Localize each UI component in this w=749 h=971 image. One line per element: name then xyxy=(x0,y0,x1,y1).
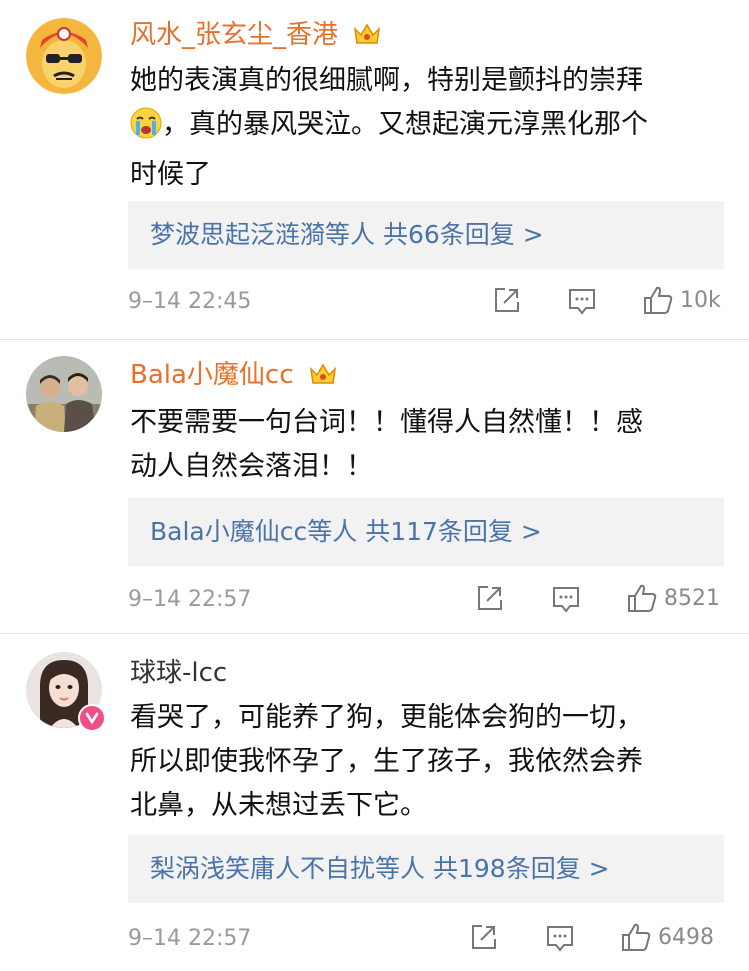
comment-text-line: 北鼻，从未想过丢下它。 xyxy=(130,790,427,821)
like-count: 10k xyxy=(680,287,721,313)
share-button[interactable] xyxy=(493,286,521,314)
share-icon xyxy=(495,288,519,312)
cartoon-avatar-icon xyxy=(26,18,102,94)
reply-count[interactable]: 共66条回复 > xyxy=(383,220,544,249)
username-text[interactable]: 风水_张玄尘_香港 xyxy=(130,20,338,50)
comment-icon xyxy=(553,587,579,613)
comment-icon xyxy=(569,289,595,315)
thumbs-up-icon xyxy=(644,286,673,314)
reply-names[interactable]: Bala小魔仙cc xyxy=(150,517,307,546)
like-button[interactable]: 10k xyxy=(642,284,721,316)
thumbs-up-icon xyxy=(622,923,651,951)
comment-text-line: 动人自然会落泪！！ xyxy=(130,451,373,482)
comment-button[interactable] xyxy=(567,286,597,316)
reply-summary[interactable]: 梨涡浅笑庸人不自扰等人 共198条回复 > xyxy=(128,835,724,903)
share-icon xyxy=(472,925,496,949)
comment-button[interactable] xyxy=(545,923,575,953)
comment-text-line: 时候了 xyxy=(130,159,211,190)
avatar[interactable] xyxy=(26,18,102,94)
crying-emoji-icon xyxy=(130,107,162,153)
username[interactable]: Bala小魔仙cc xyxy=(130,358,338,396)
username-text[interactable]: Bala小魔仙cc xyxy=(130,360,294,390)
reply-summary[interactable]: 梦波思起泛涟漪等人 共66条回复 > xyxy=(128,201,724,269)
username[interactable]: 风水_张玄尘_香港 xyxy=(130,18,382,56)
reply-mid: 等人 xyxy=(307,517,358,546)
share-icon xyxy=(478,586,502,610)
comment-text-line: 不要需要一句台词！！懂得人自然懂！！感 xyxy=(130,407,643,438)
comment-text-line: 看哭了，可能养了狗，更能体会狗的一切， xyxy=(130,702,643,733)
like-count: 8521 xyxy=(664,585,720,611)
avatar[interactable] xyxy=(26,356,102,432)
comment-text-line: 所以即使我怀孕了，生了孩子，我依然会养 xyxy=(130,746,643,777)
thumbs-up-icon xyxy=(628,584,657,612)
comment-button[interactable] xyxy=(551,584,581,614)
reply-names[interactable]: 梨涡浅笑庸人不自扰 xyxy=(150,854,375,883)
reply-count[interactable]: 共117条回复 > xyxy=(365,517,542,546)
comment-text-line: 她的表演真的很细腻啊，特别是颤抖的崇拜 xyxy=(130,65,643,96)
vip-crown-icon xyxy=(308,361,338,396)
reply-mid: 等人 xyxy=(375,854,426,883)
reply-names[interactable]: 梦波思起泛涟漪 xyxy=(150,220,325,249)
comment-item: 球球-lcc 看哭了，可能养了狗，更能体会狗的一切， 所以即使我怀孕了，生了孩子… xyxy=(0,634,749,971)
like-count: 6498 xyxy=(658,924,714,950)
reply-count[interactable]: 共198条回复 > xyxy=(433,854,610,883)
comment-text: 不要需要一句台词！！懂得人自然懂！！感 动人自然会落泪！！ xyxy=(130,401,710,489)
comment-item: Bala小魔仙cc 不要需要一句台词！！懂得人自然懂！！感 动人自然会落泪！！ … xyxy=(0,340,749,634)
like-button[interactable]: 8521 xyxy=(626,582,720,614)
timestamp: 9–14 22:57 xyxy=(128,587,252,612)
timestamp: 9–14 22:45 xyxy=(128,289,252,314)
comment-item: 风水_张玄尘_香港 她的表演真的很细腻啊，特别是颤抖的崇拜 ，真的暴风哭泣。又想… xyxy=(0,0,749,340)
timestamp: 9–14 22:57 xyxy=(128,926,252,951)
share-button[interactable] xyxy=(476,584,504,612)
reply-summary[interactable]: Bala小魔仙cc等人 共117条回复 > xyxy=(128,498,724,566)
verified-badge-icon xyxy=(78,704,106,732)
comment-text: 看哭了，可能养了狗，更能体会狗的一切， 所以即使我怀孕了，生了孩子，我依然会养 … xyxy=(130,696,710,828)
photo-avatar-icon xyxy=(26,356,102,432)
share-button[interactable] xyxy=(470,923,498,951)
like-button[interactable]: 6498 xyxy=(620,921,714,953)
username-text[interactable]: 球球-lcc xyxy=(130,658,227,688)
comment-text-line: ，真的暴风哭泣。又想起演元淳黑化那个 xyxy=(162,109,648,140)
username[interactable]: 球球-lcc xyxy=(130,656,227,690)
reply-mid: 等人 xyxy=(325,220,376,249)
vip-crown-icon xyxy=(352,21,382,56)
comment-icon xyxy=(547,926,573,952)
comment-text: 她的表演真的很细腻啊，特别是颤抖的崇拜 ，真的暴风哭泣。又想起演元淳黑化那个 时… xyxy=(130,59,710,197)
